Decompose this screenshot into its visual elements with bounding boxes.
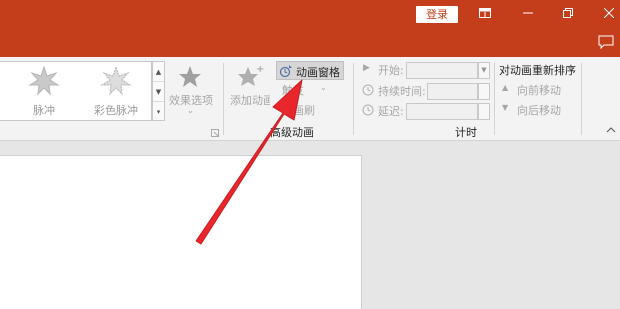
pulse-effect-icon [28,65,60,96]
ribbon-display-icon [479,8,491,18]
move-later-button[interactable]: ▼ 向后移动 [502,102,566,118]
star-icon [179,66,201,87]
gallery-item-label: 彩色脉冲 [94,104,138,117]
group-separator [353,63,354,135]
duration-clock-icon [362,84,374,96]
move-earlier-label: 向前移动 [517,84,561,97]
advanced-animation-group-label: 高级动画 [270,126,314,139]
slide-canvas[interactable] [0,155,362,309]
trigger-button[interactable]: 触发 ⌄ [282,82,340,98]
restore-button[interactable] [557,4,579,24]
start-select[interactable] [406,62,478,79]
ribbon: 脉冲 彩色脉冲 ▲ ▼ ▾ 效果选项 ⌄ + 添加动画 动画窗格 触发 ⌄ 动画… [0,57,620,141]
group-separator [494,63,495,135]
dialog-launcher-icon[interactable] [211,129,219,137]
gallery-item-color-pulse[interactable]: 彩色脉冲 [86,65,146,118]
move-later-label: 向后移动 [517,104,561,117]
editor-area [0,142,620,309]
effect-options-button[interactable] [172,65,212,93]
gallery-scroll-down-icon[interactable]: ▼ [153,82,164,102]
animation-pane-icon [279,65,292,78]
move-earlier-arrow-icon: ▲ [502,83,509,92]
comment-icon [598,35,614,50]
duration-spinner[interactable] [478,83,490,100]
comments-button[interactable] [598,34,614,50]
gallery-item-pulse[interactable]: 脉冲 [14,65,74,118]
move-earlier-button[interactable]: ▲ 向前移动 [502,82,566,98]
minimize-icon [523,12,533,14]
gallery-item-label: 脉冲 [33,104,55,117]
title-bar: 登录 [0,0,620,57]
gallery-scrollbar[interactable]: ▲ ▼ ▾ [152,61,165,121]
trigger-chevron-icon: ⌄ [320,83,327,92]
group-separator [223,63,224,135]
group-separator [581,63,582,135]
effect-options-chevron-icon: ⌄ [187,106,194,115]
collapse-ribbon-icon[interactable] [606,127,616,133]
ribbon-display-options-button[interactable] [474,4,496,24]
restore-icon [563,8,573,18]
animation-pane-label: 动画窗格 [296,66,340,79]
animation-painter-label: 动画刷 [282,104,315,117]
start-label: 开始: [378,64,404,77]
add-animation-button[interactable]: + [236,63,266,95]
duration-input[interactable] [427,83,478,100]
add-animation-star-icon: + [238,64,264,86]
close-button[interactable] [598,4,620,24]
animation-pane-button[interactable]: 动画窗格 [276,61,344,80]
minimize-button[interactable] [517,4,539,24]
move-later-arrow-icon: ▼ [502,103,509,112]
login-button[interactable]: 登录 [416,6,458,23]
delay-spinner[interactable] [478,103,490,120]
svg-text:+: + [256,64,264,75]
start-icon: ▶ [363,63,370,73]
gallery-more-icon[interactable]: ▾ [153,102,164,122]
trigger-label: 触发 [282,84,304,97]
timing-group-label: 计时 [455,126,477,139]
duration-label: 持续时间: [378,85,426,98]
close-icon [603,7,615,19]
add-animation-label: 添加动画 [230,94,270,107]
reorder-animation-title: 对动画重新排序 [499,64,576,77]
color-pulse-effect-icon [100,65,132,96]
start-dropdown-arrow-icon[interactable]: ▼ [478,62,490,79]
gallery-scroll-up-icon[interactable]: ▲ [153,62,164,82]
delay-clock-icon [362,104,374,116]
animation-gallery[interactable]: 脉冲 彩色脉冲 [0,61,152,121]
animation-painter-button[interactable]: 动画刷 [282,102,342,118]
delay-label: 延迟: [378,105,404,118]
delay-input[interactable] [406,103,478,120]
